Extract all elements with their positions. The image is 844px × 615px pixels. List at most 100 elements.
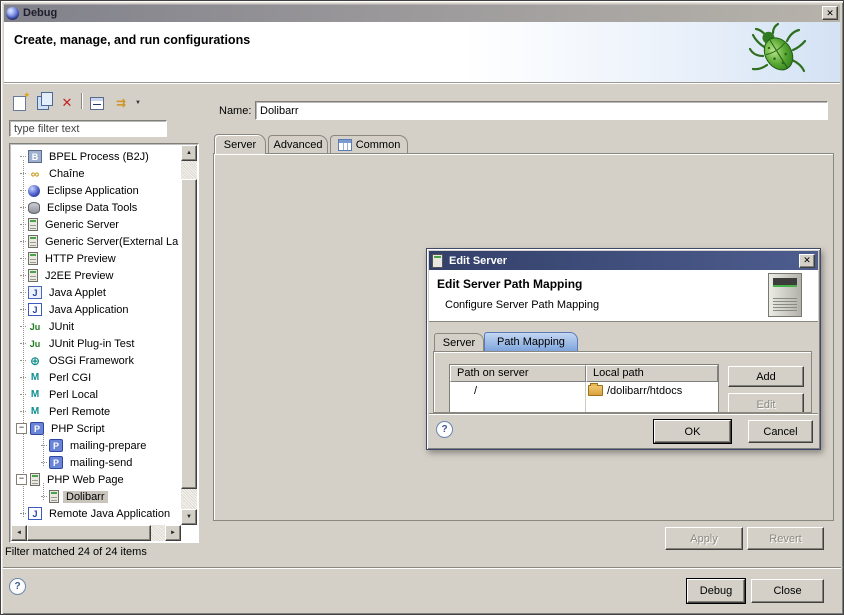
debug-button[interactable]: Debug xyxy=(687,579,745,603)
tree-item-junit-plug-in-test[interactable]: JuJUnit Plug-in Test xyxy=(12,335,180,352)
tree-item-mailing-send[interactable]: Pmailing-send xyxy=(12,454,180,471)
tab-advanced[interactable]: Advanced xyxy=(268,135,328,154)
tree-item-java-applet[interactable]: JJava Applet xyxy=(12,284,180,301)
new-launch-configuration-button[interactable] xyxy=(9,93,29,113)
tree-item-label: Eclipse Application xyxy=(44,185,142,197)
header-banner: Create, manage, and run configurations xyxy=(4,22,840,83)
tree-item-eclipse-data-tools[interactable]: Eclipse Data Tools xyxy=(12,199,180,216)
filter-launch-configurations-button[interactable]: ⇉ xyxy=(111,93,131,113)
server-icon xyxy=(432,254,443,268)
perl-icon: M xyxy=(28,371,42,384)
tree-item-label: OSGi Framework xyxy=(46,355,137,367)
tree-item-bpel-process-b2j[interactable]: B BPEL Process (B2J) xyxy=(12,148,180,165)
tree-connector xyxy=(20,377,26,379)
tree-expander-icon[interactable]: − xyxy=(16,474,27,485)
php-icon: P xyxy=(30,422,44,435)
tree-item-perl-cgi[interactable]: MPerl CGI xyxy=(12,369,180,386)
tree-item-java-application[interactable]: JJava Application xyxy=(12,301,180,318)
tree-item-dolibarr[interactable]: Dolibarr xyxy=(12,488,180,505)
remote-java-icon: J xyxy=(28,507,42,520)
revert-button[interactable]: Revert xyxy=(747,527,824,550)
tree-expander-icon[interactable]: − xyxy=(16,423,27,434)
tree-connector xyxy=(20,411,26,413)
common-table-icon xyxy=(338,139,352,151)
tree-item-j2ee-preview[interactable]: J2EE Preview xyxy=(12,267,180,284)
name-label: Name: xyxy=(219,105,251,117)
delete-configuration-button[interactable]: ✕ xyxy=(57,93,77,113)
close-button[interactable]: Close xyxy=(751,579,824,603)
collapse-all-button[interactable] xyxy=(87,93,107,113)
apply-button[interactable]: Apply xyxy=(665,527,743,550)
table-row[interactable]: / /dolibarr/htdocs xyxy=(450,382,718,399)
tree-item-http-preview[interactable]: HTTP Preview xyxy=(12,250,180,267)
php-icon: P xyxy=(49,456,63,469)
dialog-tab-path-mapping[interactable]: Path Mapping xyxy=(484,332,578,351)
junit-plugin-icon: Ju xyxy=(28,337,42,350)
scroll-down-button[interactable]: ▼ xyxy=(181,509,197,525)
scroll-right-button[interactable]: ► xyxy=(165,525,181,541)
tree-connector xyxy=(20,207,26,209)
tree-item-cha-ne[interactable]: ∞Chaîne xyxy=(12,165,180,182)
scroll-left-button[interactable]: ◄ xyxy=(11,525,27,541)
horizontal-scroll-thumb[interactable] xyxy=(27,525,151,541)
tab-common[interactable]: Common xyxy=(330,135,408,154)
java-icon: J xyxy=(28,303,42,316)
configurations-tree[interactable]: B BPEL Process (B2J) ∞Chaîne Eclipse Applic… xyxy=(9,143,199,543)
server-icon xyxy=(28,269,38,282)
duplicate-icon xyxy=(37,96,49,110)
tree-item-mailing-prepare[interactable]: Pmailing-prepare xyxy=(12,437,180,454)
tree-item-php-script[interactable]: −P PHP Script xyxy=(12,420,180,437)
duplicate-configuration-button[interactable] xyxy=(33,93,53,113)
tree-item-php-web-page[interactable]: −PHP Web Page xyxy=(12,471,180,488)
tab-common-label: Common xyxy=(356,139,401,151)
tree-item-generic-server[interactable]: Generic Server xyxy=(12,216,180,233)
tree-item-junit[interactable]: JuJUnit xyxy=(12,318,180,335)
edit-mapping-button[interactable]: Edit xyxy=(728,393,804,413)
path-mapping-table[interactable]: Path on server Local path / /dolibarr/ht… xyxy=(449,364,719,413)
tab-server[interactable]: Server xyxy=(214,134,266,154)
perl-icon: M xyxy=(28,388,42,401)
tree-item-generic-server-external-la[interactable]: Generic Server(External La xyxy=(12,233,180,250)
cancel-button[interactable]: Cancel xyxy=(748,420,813,443)
filter-menu-dropdown[interactable]: ▼ xyxy=(132,93,144,113)
table-header-row: Path on server Local path xyxy=(450,365,718,382)
phpweb-icon xyxy=(49,490,59,503)
tree-item-label: Chaîne xyxy=(46,168,87,180)
scroll-up-button[interactable]: ▲ xyxy=(181,145,197,161)
add-mapping-button[interactable]: Add xyxy=(728,366,804,387)
dialog-tab-server[interactable]: Server xyxy=(434,333,484,351)
server-icon xyxy=(28,252,38,265)
configuration-name-input[interactable] xyxy=(255,101,828,120)
vertical-scroll-thumb[interactable] xyxy=(181,179,197,489)
tree-item-osgi-framework[interactable]: ⊕OSGi Framework xyxy=(12,352,180,369)
tree-rows: B BPEL Process (B2J) ∞Chaîne Eclipse Applic… xyxy=(12,148,180,524)
edit-server-header: Edit Server Path Mapping Configure Serve… xyxy=(429,270,818,322)
tree-item-remote-java-application[interactable]: JRemote Java Application xyxy=(12,505,180,522)
cell-local-path: /dolibarr/htdocs xyxy=(607,385,682,397)
tree-item-perl-remote[interactable]: MPerl Remote xyxy=(12,403,180,420)
help-button[interactable]: ? xyxy=(9,578,26,595)
tree-horizontal-scrollbar[interactable]: ◄ ► xyxy=(11,525,181,541)
window-close-button[interactable]: ✕ xyxy=(822,6,838,20)
edit-server-close-button[interactable]: ✕ xyxy=(799,254,815,268)
tree-item-label: Java Applet xyxy=(46,287,109,299)
tree-vertical-scrollbar[interactable]: ▲ ▼ xyxy=(181,145,197,525)
window-titlebar: Debug ✕ xyxy=(4,4,840,22)
ok-button[interactable]: OK xyxy=(654,420,731,443)
tree-connector xyxy=(20,224,26,226)
tree-item-eclipse-application[interactable]: Eclipse Application xyxy=(12,182,180,199)
filter-input[interactable] xyxy=(9,120,167,137)
tree-item-label: PHP Script xyxy=(48,423,108,435)
folder-icon xyxy=(588,385,603,396)
column-local-path[interactable]: Local path xyxy=(586,365,718,382)
eclipse-logo-icon xyxy=(6,7,19,20)
bpel-icon: B xyxy=(28,150,42,163)
edit-server-subheading: Configure Server Path Mapping xyxy=(445,299,599,311)
tree-item-label: BPEL Process (B2J) xyxy=(46,151,152,163)
tree-item-label: HTTP Preview xyxy=(42,253,119,265)
tree-connector xyxy=(20,292,26,294)
dialog-help-button[interactable]: ? xyxy=(436,421,453,438)
tree-item-label: Eclipse Data Tools xyxy=(44,202,140,214)
tree-item-perl-local[interactable]: MPerl Local xyxy=(12,386,180,403)
column-path-on-server[interactable]: Path on server xyxy=(450,365,586,382)
